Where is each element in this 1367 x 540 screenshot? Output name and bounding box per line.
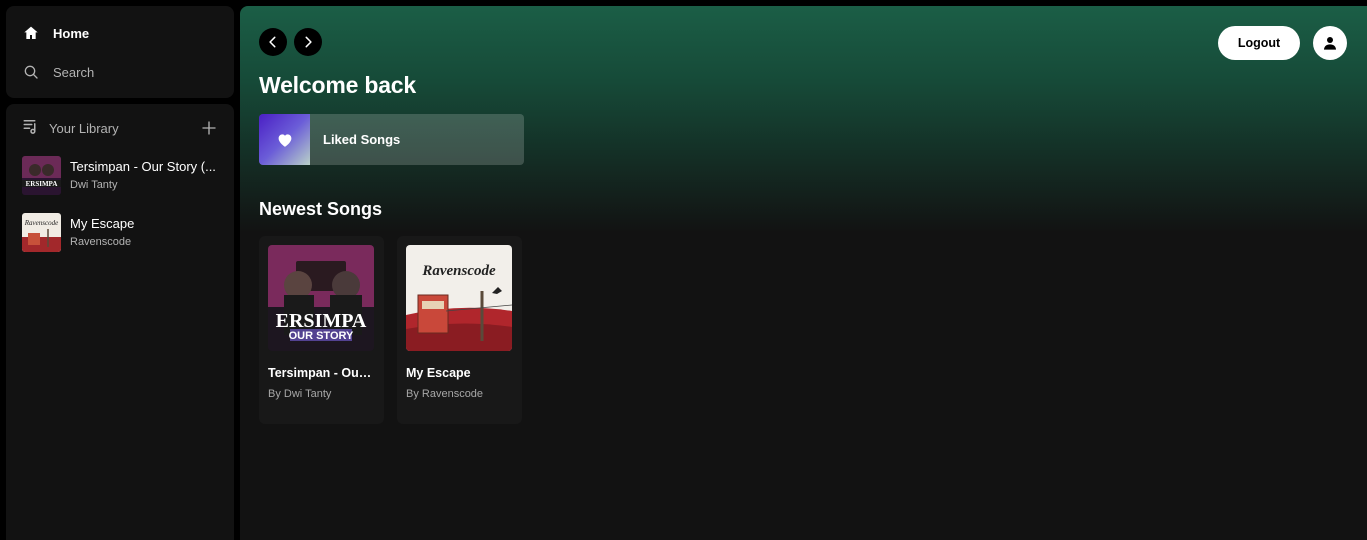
song-card-art: Ravenscode [406,245,512,351]
song-card[interactable]: ERSIMPA OUR STORY Tersimpan - Our ... By… [259,236,384,424]
library-panel: Your Library ERSIMPA Tersimpan - Our Sto… [6,104,234,540]
library-title: Your Library [49,120,119,136]
art-subtitle-text: OUR STORY [289,330,354,342]
logout-button[interactable]: Logout [1218,26,1300,60]
sidebar: Home Search Your Library ERSIMPA Tersimp… [6,6,234,540]
library-item[interactable]: ERSIMPA Tersimpan - Our Story (... Dwi T… [22,156,222,196]
thumb-text: Ravenscode [24,219,58,227]
library-icon [22,117,40,140]
chevron-right-icon [305,36,312,48]
liked-songs-label: Liked Songs [323,132,401,147]
nav-panel: Home Search [6,6,234,98]
heart-icon [278,133,291,147]
user-icon [1324,37,1336,50]
forward-button[interactable] [294,28,322,56]
search-icon [22,63,40,81]
main-content: Logout Welcome back Liked Songs Newest S… [240,6,1367,540]
library-item-subtitle: Ravenscode [70,236,132,248]
song-card-art: ERSIMPA OUR STORY [268,245,374,351]
library-item-thumbnail: Ravenscode [22,213,61,252]
art-title-text: ERSIMPA [276,310,367,332]
plus-icon[interactable] [200,119,218,137]
library-item-title: My Escape [70,216,135,231]
nav-search-label: Search [53,64,95,80]
song-card-artist: By Ravenscode [406,388,484,400]
avatar[interactable] [1313,26,1347,60]
page-title: Welcome back [259,72,416,98]
nav-home-label: Home [53,25,90,41]
home-icon [22,24,40,42]
library-item-subtitle: Dwi Tanty [70,179,118,191]
library-header[interactable]: Your Library [22,118,218,138]
liked-songs-cover [259,114,310,165]
liked-songs-tile[interactable]: Liked Songs [259,114,524,165]
art-title-text: Ravenscode [421,263,496,279]
nav-home[interactable]: Home [22,22,89,44]
thumb-text: ERSIMPA [26,180,58,188]
library-item-title: Tersimpan - Our Story (... [70,159,216,174]
app-window: Home Search Your Library ERSIMPA Tersimp… [0,0,1367,540]
song-card-title: Tersimpan - Our ... [268,366,376,380]
section-title: Newest Songs [259,199,383,219]
song-card-title: My Escape [406,366,471,380]
nav-search[interactable]: Search [22,61,94,83]
back-button[interactable] [259,28,287,56]
library-item[interactable]: Ravenscode My Escape Ravenscode [22,213,222,253]
song-card[interactable]: Ravenscode My Escape By Ravenscode [397,236,522,424]
song-card-artist: By Dwi Tanty [268,388,332,400]
chevron-left-icon [269,36,276,48]
library-item-thumbnail: ERSIMPA [22,156,61,195]
